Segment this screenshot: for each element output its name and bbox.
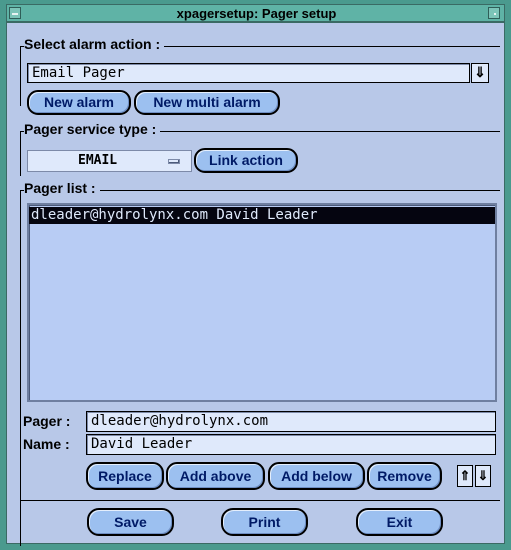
name-field[interactable]: David Leader — [86, 434, 496, 455]
print-button[interactable]: Print — [221, 508, 308, 536]
name-label: Name : — [23, 436, 70, 452]
save-button[interactable]: Save — [87, 508, 174, 536]
alarm-group-border — [20, 46, 21, 106]
service-type-group-label: Pager service type : — [24, 121, 161, 137]
pager-list-group-label: Pager list : — [24, 180, 100, 196]
pager-list[interactable]: dleader@hydrolynx.com David Leader — [27, 203, 497, 402]
title-bar[interactable]: xpagersetup: Pager setup — [6, 4, 505, 22]
add-above-button[interactable]: Add above — [166, 462, 265, 490]
list-group-border — [20, 190, 21, 546]
replace-button[interactable]: Replace — [86, 462, 164, 490]
service-type-option-menu[interactable]: EMAIL — [27, 150, 192, 172]
pager-label: Pager : — [23, 413, 71, 429]
window-menu-button[interactable] — [9, 7, 21, 19]
alarm-action-select[interactable]: Email Pager — [27, 63, 470, 83]
move-up-arrow-icon[interactable]: ⇑ — [457, 465, 473, 487]
remove-button[interactable]: Remove — [367, 462, 442, 490]
move-down-arrow-icon[interactable]: ⇓ — [475, 465, 491, 487]
alarm-action-group-label: Select alarm action : — [24, 36, 165, 52]
service-type-value: EMAIL — [78, 153, 118, 168]
window-maximize-button[interactable] — [488, 7, 500, 19]
exit-button[interactable]: Exit — [356, 508, 443, 536]
pager-field[interactable]: dleader@hydrolynx.com — [86, 411, 496, 432]
new-alarm-button[interactable]: New alarm — [27, 90, 131, 115]
service-group-border — [20, 131, 21, 176]
window-title: xpagersetup: Pager setup — [176, 6, 337, 21]
footer-separator — [20, 500, 500, 501]
link-action-button[interactable]: Link action — [194, 148, 298, 173]
new-multi-alarm-button[interactable]: New multi alarm — [134, 90, 280, 115]
pager-list-item[interactable]: dleader@hydrolynx.com David Leader — [29, 207, 495, 224]
alarm-action-dropdown-arrow-icon[interactable]: ⇓ — [471, 63, 489, 83]
option-menu-indicator-icon — [168, 159, 180, 164]
add-below-button[interactable]: Add below — [268, 462, 365, 490]
